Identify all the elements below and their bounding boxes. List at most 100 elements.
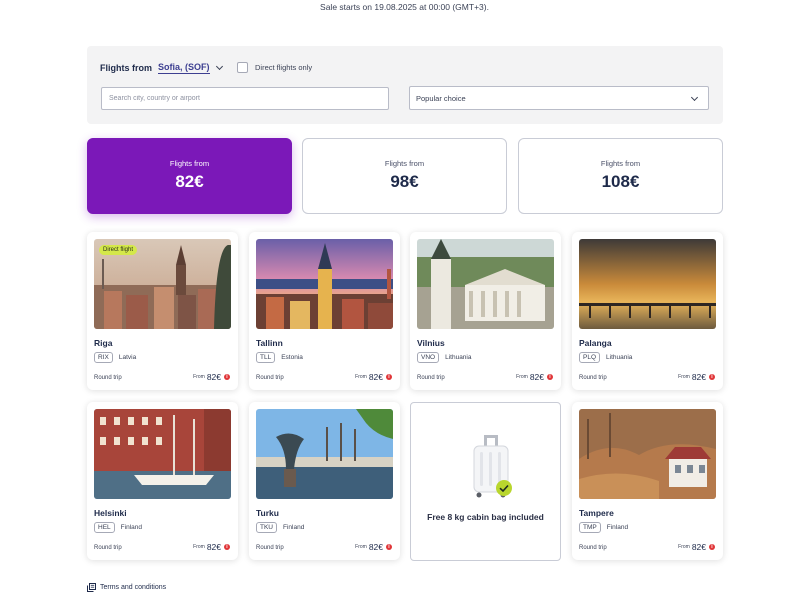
trip-type: Round trip (94, 375, 122, 381)
airport-row: TMP Finland (579, 522, 628, 533)
price-tier-label: Flights from (600, 159, 641, 168)
price-row: From 82€ i (678, 372, 715, 382)
city-name: Palanga (579, 338, 612, 348)
check-circle-icon (496, 480, 512, 496)
price-row: From 82€ i (355, 542, 392, 552)
direct-flight-badge: Direct flight (99, 245, 138, 255)
trip-type: Round trip (256, 375, 284, 381)
price-row: From 82€ i (355, 372, 392, 382)
direct-flights-checkbox[interactable] (237, 62, 248, 73)
info-icon[interactable]: i (386, 374, 392, 380)
trip-type: Round trip (94, 545, 122, 551)
destination-card-turku[interactable]: Turku TKU Finland Round trip From 82€ i (249, 402, 400, 560)
city-name: Turku (256, 508, 279, 518)
from-label: From (193, 374, 205, 380)
destination-card-palanga[interactable]: Palanga PLQ Lithuania Round trip From 82… (572, 232, 723, 390)
city-name: Tallinn (256, 338, 283, 348)
filter-panel: Flights from Sofia, (SOF) Direct flights… (87, 46, 723, 124)
destination-photo (417, 239, 554, 329)
airport-code: TLL (256, 352, 276, 363)
airport-row: RIX Latvia (94, 352, 136, 363)
airport-row: PLQ Lithuania (579, 352, 632, 363)
country-name: Estonia (281, 354, 303, 361)
from-label: From (516, 374, 528, 380)
country-name: Latvia (118, 354, 137, 361)
price-row: From 82€ i (193, 372, 230, 382)
from-label: From (355, 544, 367, 550)
price-tier-98[interactable]: Flights from 98€ (302, 138, 507, 214)
price-value: 82€ (368, 542, 383, 552)
airport-row: TKU Finland (256, 522, 304, 533)
airport-code: HEL (94, 522, 115, 533)
direct-flights-label: Direct flights only (255, 63, 313, 72)
airport-code: VNO (417, 352, 440, 363)
airport-row: TLL Estonia (256, 352, 303, 363)
destination-card-vilnius[interactable]: Vilnius VNO Lithuania Round trip From 82… (410, 232, 561, 390)
destination-photo (256, 239, 393, 329)
price-tier-value: 108€ (601, 172, 640, 191)
country-name: Lithuania (445, 354, 472, 361)
price-tier-108[interactable]: Flights from 108€ (518, 138, 723, 214)
price-value: 82€ (206, 542, 221, 552)
terms-link[interactable]: Terms and conditions (87, 583, 166, 592)
price-tier-label: Flights from (384, 159, 425, 168)
cabin-bag-promo-text: Free 8 kg cabin bag included (427, 512, 544, 522)
price-value: 82€ (529, 372, 544, 382)
destination-search-input[interactable] (101, 87, 389, 110)
city-name: Riga (94, 338, 113, 348)
price-row: From 82€ i (516, 372, 553, 382)
airport-code: PLQ (579, 352, 601, 363)
price-tier-label: Flights from (169, 159, 210, 168)
destination-photo (94, 409, 231, 499)
price-value: 82€ (691, 372, 706, 382)
city-name: Tampere (579, 508, 614, 518)
destination-card-tallinn[interactable]: Tallinn TLL Estonia Round trip From 82€ … (249, 232, 400, 390)
trip-type: Round trip (579, 375, 607, 381)
city-name: Vilnius (417, 338, 445, 348)
origin-value: Sofia, (SOF) (158, 62, 210, 74)
info-icon[interactable]: i (386, 544, 392, 550)
destination-card-riga[interactable]: Direct flight Riga RIX Latvia Round trip… (87, 232, 238, 390)
origin-select[interactable]: Sofia, (SOF) (158, 62, 223, 74)
price-tier-82[interactable]: Flights from 82€ (87, 138, 292, 214)
destination-photo (579, 409, 716, 499)
flights-from-label: Flights from (100, 63, 152, 73)
info-icon[interactable]: i (224, 374, 230, 380)
airport-row: HEL Finland (94, 522, 142, 533)
destination-photo (579, 239, 716, 329)
airport-code: TKU (256, 522, 277, 533)
country-name: Finland (120, 524, 142, 531)
price-row: From 82€ i (678, 542, 715, 552)
country-name: Lithuania (606, 354, 633, 361)
trip-type: Round trip (417, 375, 445, 381)
document-icon (87, 583, 96, 592)
info-icon[interactable]: i (224, 544, 230, 550)
from-label: From (678, 544, 690, 550)
airport-row: VNO Lithuania (417, 352, 471, 363)
from-label: From (355, 374, 367, 380)
price-tier-value: 82€ (175, 172, 204, 191)
price-value: 82€ (691, 542, 706, 552)
info-icon[interactable]: i (709, 544, 715, 550)
price-value: 82€ (206, 372, 221, 382)
country-name: Finland (283, 524, 305, 531)
destination-card-helsinki[interactable]: Helsinki HEL Finland Round trip From 82€… (87, 402, 238, 560)
info-icon[interactable]: i (547, 374, 553, 380)
trip-type: Round trip (579, 545, 607, 551)
destination-photo (256, 409, 393, 499)
destination-card-tampere[interactable]: Tampere TMP Finland Round trip From 82€ … (572, 402, 723, 560)
price-value: 82€ (368, 372, 383, 382)
chevron-down-icon (690, 93, 699, 102)
from-label: From (193, 544, 205, 550)
flights-from-row: Flights from Sofia, (SOF) (100, 62, 223, 74)
direct-flights-toggle[interactable]: Direct flights only (237, 62, 312, 73)
sort-select[interactable]: Popular choice (409, 86, 709, 110)
chevron-down-icon (215, 62, 223, 71)
destination-photo: Direct flight (94, 239, 231, 329)
airport-code: RIX (94, 352, 113, 363)
info-icon[interactable]: i (709, 374, 715, 380)
cabin-bag-promo-card: Free 8 kg cabin bag included (410, 402, 561, 561)
country-name: Finland (606, 524, 629, 531)
city-name: Helsinki (94, 508, 127, 518)
trip-type: Round trip (256, 545, 284, 551)
